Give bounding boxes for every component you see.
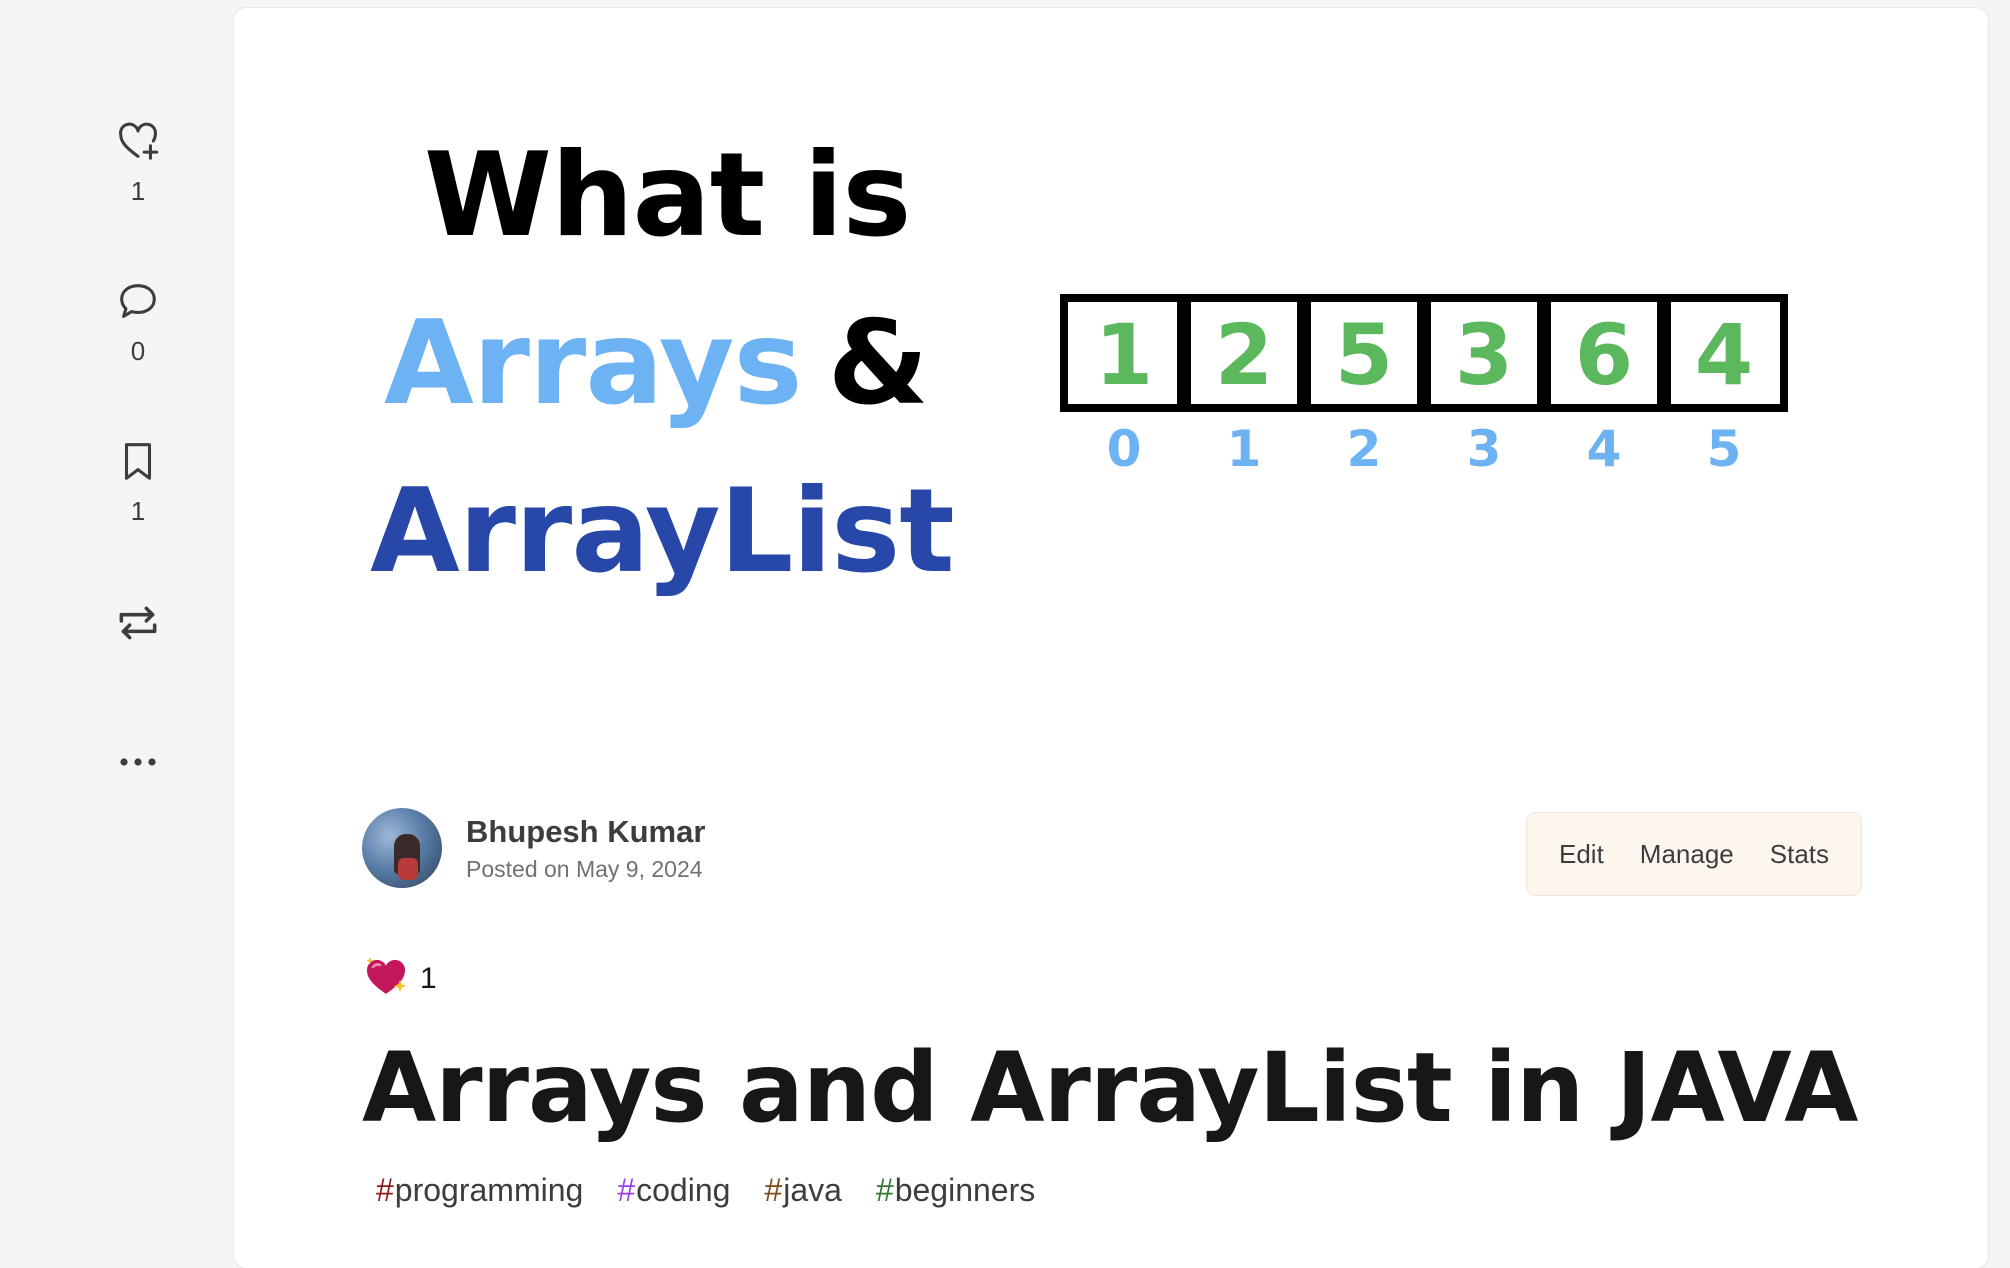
- cover-line-1: What is: [424, 128, 911, 263]
- avatar[interactable]: [362, 808, 442, 888]
- tag-hash: #: [617, 1172, 636, 1208]
- tag-programming[interactable]: #programming: [362, 1166, 597, 1215]
- array-value: 3: [1455, 306, 1513, 404]
- manage-link[interactable]: Manage: [1626, 829, 1748, 880]
- author-name[interactable]: Bhupesh Kumar: [466, 813, 705, 851]
- article-card: What is Arrays & ArrayList 102152336445 B…: [234, 8, 1988, 1268]
- array-index: 2: [1347, 420, 1382, 478]
- array-value: 1: [1095, 306, 1153, 404]
- reaction-count: 1: [130, 176, 146, 206]
- tag-beginners[interactable]: #beginners: [862, 1166, 1049, 1215]
- reactions-count: 1: [420, 961, 437, 995]
- cover-image: What is Arrays & ArrayList 102152336445: [234, 8, 1988, 748]
- array-value: 5: [1335, 306, 1393, 404]
- tag-label: programming: [394, 1172, 584, 1208]
- author-block: Bhupesh Kumar Posted on May 9, 2024: [362, 808, 705, 888]
- tag-coding[interactable]: #coding: [603, 1166, 744, 1215]
- comment-count: 0: [130, 336, 146, 366]
- cover-line-3: ArrayList: [370, 464, 955, 599]
- array-index: 1: [1227, 420, 1262, 478]
- tag-hash: #: [875, 1172, 894, 1208]
- avatar-jacket: [398, 858, 418, 880]
- tag-java[interactable]: #java: [750, 1166, 856, 1215]
- repost-icon: [113, 598, 163, 648]
- tag-label: coding: [636, 1172, 731, 1208]
- array-index: 0: [1107, 420, 1142, 478]
- tag-hash: #: [764, 1172, 783, 1208]
- tag-list: #programming #coding #java #beginners: [362, 1166, 1049, 1215]
- author-actions: Edit Manage Stats: [1526, 812, 1862, 896]
- array-value: 4: [1695, 306, 1753, 404]
- array-diagram: 102152336445: [1060, 294, 1788, 478]
- array-value: 2: [1215, 306, 1273, 404]
- tag-label: java: [783, 1172, 842, 1208]
- heart-plus-icon: [115, 118, 161, 164]
- edit-link[interactable]: Edit: [1545, 829, 1618, 880]
- array-index: 4: [1587, 420, 1622, 478]
- tag-label: beginners: [894, 1172, 1036, 1208]
- cover-word-arrays: Arrays: [384, 296, 803, 431]
- cover-ampersand: &: [827, 296, 929, 431]
- bookmark-icon: [115, 438, 161, 484]
- stats-link[interactable]: Stats: [1756, 829, 1843, 880]
- tag-hash: #: [376, 1172, 394, 1208]
- array-value: 6: [1575, 306, 1633, 404]
- comment-icon: [115, 278, 161, 324]
- post-date: Posted on May 9, 2024: [466, 856, 703, 882]
- post-title: Arrays and ArrayList in JAVA: [362, 1032, 1858, 1144]
- sparkle-heart-icon: [362, 954, 410, 1003]
- author-meta: Bhupesh Kumar Posted on May 9, 2024: [466, 813, 705, 883]
- cover-line-2: Arrays &: [384, 296, 929, 431]
- bookmark-count: 1: [130, 496, 146, 526]
- reactions-summary[interactable]: 1: [362, 954, 437, 1003]
- array-index: 3: [1467, 420, 1502, 478]
- array-index: 5: [1707, 420, 1742, 478]
- article-actions-rail: 1 0 1: [0, 0, 233, 1236]
- more-horizontal-icon: [116, 752, 160, 772]
